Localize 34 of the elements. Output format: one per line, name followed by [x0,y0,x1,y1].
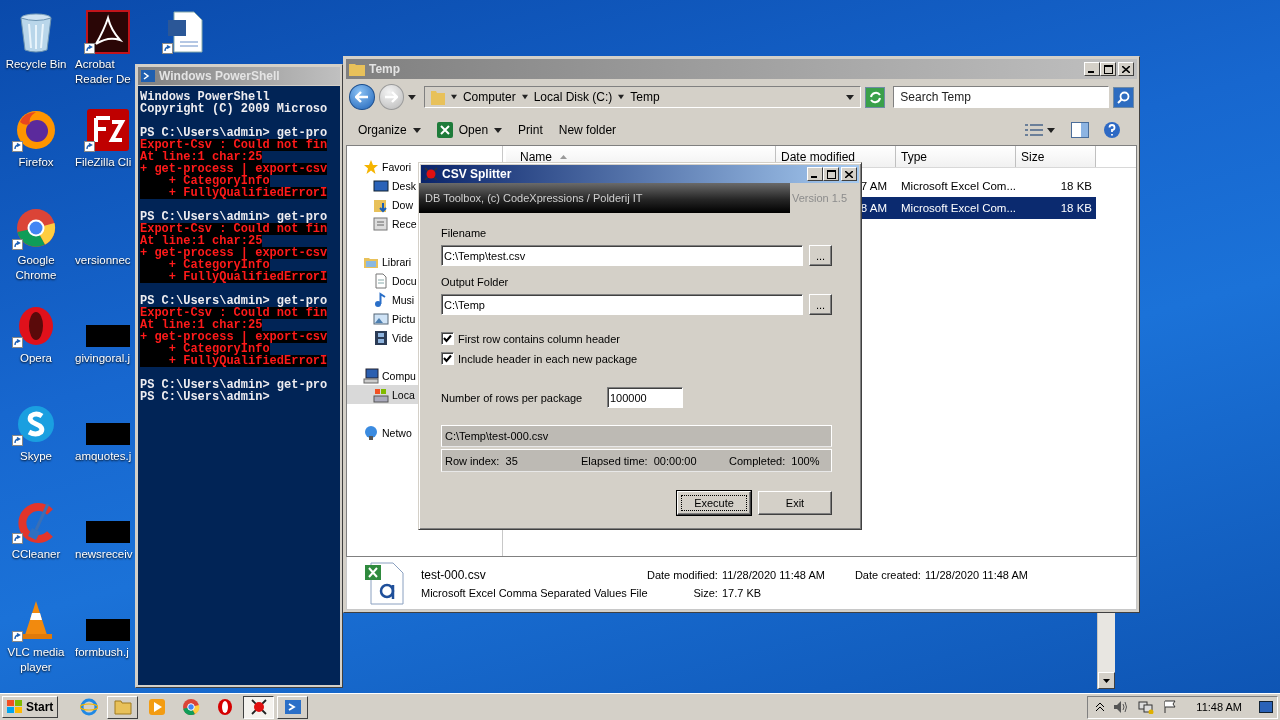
output-file-path: C:\Temp\test-000.csv [445,430,549,442]
console-line: PS C:\Users\admin> get-pro [140,211,328,223]
table-cell: Microsoft Excel Com... [901,202,1017,214]
version-label: Version 1.5 [792,192,848,204]
console-line: Windows PowerShell [140,91,270,103]
clock: 11:48 AM [1196,701,1242,713]
field-label: Filename [441,226,488,240]
window-title: Temp [369,62,401,76]
status-text: Completed: 100% [729,454,820,467]
console-line: PS C:\Users\admin> get-pro [140,295,328,307]
window-title: Windows PowerShell [159,69,280,83]
field-label: Date created: [854,568,921,581]
field-label: Output Folder [441,275,510,289]
field-value: 11/28/2020 11:48 AM [924,568,1028,581]
console-line: Copyright (C) 2009 Microso [140,103,328,115]
field-value: 17.7 KB [721,586,763,599]
checkbox-label: Include header in each new package [458,352,638,365]
console-line: PS C:\Users\admin> get-pro [140,127,328,139]
field-label: Size: [692,586,718,599]
table-cell: Microsoft Excel Com... [901,180,1017,192]
checkbox-label: First row contains column header [458,332,620,345]
field-label: Number of rows per package [441,390,584,405]
status-text: Row index: 35 [445,454,519,467]
console-line: PS C:\Users\admin> [140,391,270,403]
field-label: Date modified: [647,568,718,581]
field-value: 11/28/2020 11:48 AM [721,568,825,581]
status-text: Elapsed time: 00:00:00 [581,454,698,467]
table-cell: 7 AM [860,180,887,192]
file-name: test-000.csv [421,567,487,582]
banner: DB Toolbox, (c) CodeXpressions / Polderij IT [419,183,790,213]
window-title: CSV Splitter [442,167,512,181]
console-line: PS C:\Users\admin> get-pro [140,379,328,391]
table-cell: 18 KB [1060,180,1092,192]
table-cell: 18 KB [1060,202,1092,214]
